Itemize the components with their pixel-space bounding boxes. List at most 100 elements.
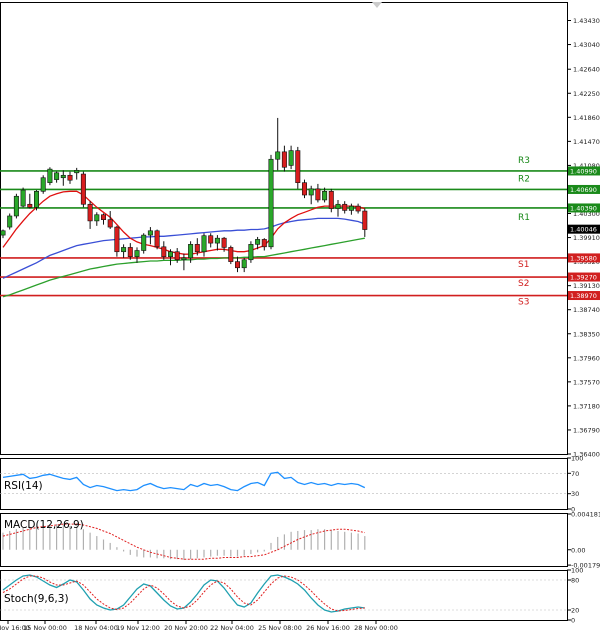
candle-up [201,235,207,253]
price-chart: 1.43430 1.43040 1.42640 1.42250 1.41860 1.414… [0,2,600,632]
candle-up [188,244,194,259]
candle-down [342,203,348,211]
candle-down [87,203,93,222]
y-tick-label: 1.37570 [573,378,600,386]
macd-y-tick-label: 0.00 [571,546,585,554]
y-tick-label: 1.37180 [573,402,600,410]
candle-down [107,219,113,228]
scroll-marker-icon [372,2,382,8]
candle-down [194,244,200,253]
candle-up [40,177,46,192]
stoch-y-tick-label: 0 [571,617,575,625]
candle-up [54,172,60,180]
y-tick-label: 1.38740 [573,306,600,314]
y-tick-label: 1.43430 [573,17,600,25]
candle-up [13,195,19,217]
candle-down [67,174,73,181]
macd-label: MACD(12,26,9) [4,519,84,531]
candle-down [174,251,180,261]
rsi-line [2,471,366,492]
candle-down [154,230,160,248]
candle-down [80,173,86,205]
y-tick-label: 1.39910 [573,234,600,242]
rsi-y-tick-label: 100 [571,455,583,463]
candle-down [315,188,321,201]
candle-down [208,235,214,244]
y-tick-label: 1.38350 [573,330,600,338]
x-tick-label: 19 Nov 12:00 [116,624,160,632]
level-name-s3: S3 [518,298,529,308]
last-price-label: 1.40046 [570,226,597,234]
candle-up [168,251,174,257]
candle-up [288,150,294,166]
candle-down [362,210,368,230]
stoch-y-tick-label: 20 [571,607,579,615]
candle-down [301,182,307,196]
candle-up [134,250,140,257]
level-tag-label-r2: 1.40690 [570,186,597,194]
stoch-y-tick-label: 80 [571,577,579,585]
candle-down [127,247,133,257]
candle-down [295,150,301,183]
candle-up [348,205,354,211]
rsi-y-tick-label: 70 [571,470,579,478]
candle-up [308,188,314,196]
x-tick-label: 25 Nov 08:00 [258,624,302,632]
candle-down [161,246,167,257]
y-tick-label: 1.42250 [573,90,600,98]
candle-up [7,215,13,228]
candle-down [281,151,287,168]
candle-up [181,257,187,261]
candle-up [248,244,254,261]
candle-up [268,158,274,248]
x-tick-label: 20 Nov 20:00 [164,624,208,632]
x-tick-label: 18 Nov 04:00 [74,624,118,632]
stoch-label: Stoch(9,6,3) [4,593,69,605]
candle-down [235,261,241,269]
y-tick-label: 1.39130 [573,282,600,290]
y-tick-label: 1.42640 [573,66,600,74]
candle-up [335,203,341,209]
y-tick-label: 1.43040 [573,41,600,49]
panel-frame-main [0,2,568,455]
ma-fast-line [2,190,365,255]
y-tick-label: 1.41470 [573,138,600,146]
candle-down [355,205,361,212]
candle-up [241,259,247,269]
candle-up [141,234,147,251]
level-name-r3: R3 [518,156,530,166]
candle-up [0,230,6,236]
stoch-y-tick-label: 100 [571,567,583,575]
candle-up [74,170,80,174]
candle-up [147,230,153,236]
x-tick-label: 15 Nov 00:00 [23,624,67,632]
rsi-y-tick-label: 30 [571,490,579,498]
candle-down [261,239,267,248]
x-tick-label: 22 Nov 04:00 [210,624,254,632]
candle-up [275,151,281,160]
y-tick-label: 1.36790 [573,426,600,434]
candle-up [60,174,66,179]
candle-down [221,237,227,248]
y-tick-label: 1.41860 [573,114,600,122]
y-tick-label: 1.37960 [573,354,600,362]
candle-up [214,237,220,244]
level-tag-label-s2: 1.39270 [570,274,597,282]
candle-down [228,247,234,262]
level-tag-label-r3: 1.40990 [570,167,597,175]
candle-up [94,214,100,222]
candle-down [101,214,107,220]
level-tag-label-s1: 1.39580 [570,254,597,262]
macd-y-tick-label: 0.004181 [571,511,600,519]
candle-up [322,191,328,201]
candle-up [33,191,39,208]
level-tag-label-r1: 1.40390 [570,204,597,212]
rsi-label: RSI(14) [4,480,43,492]
candle-up [121,247,127,253]
level-name-s1: S1 [518,260,529,270]
candle-down [328,191,334,209]
level-name-r2: R2 [518,174,530,184]
candle-up [255,239,261,245]
panel-frame-rsi [0,458,568,510]
level-name-r1: R1 [518,213,530,223]
